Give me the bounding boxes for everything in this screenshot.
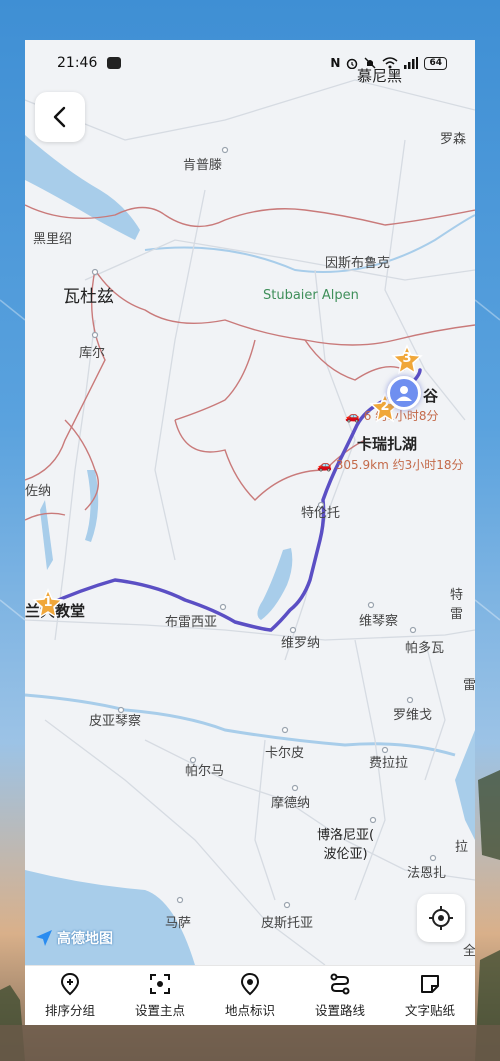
- place-label[interactable]: 博洛尼亚( 波伦亚): [317, 824, 374, 862]
- place-label[interactable]: 佐纳: [25, 480, 51, 499]
- set-main-point-button[interactable]: 设置主点: [120, 972, 200, 1019]
- place-label[interactable]: 瓦杜兹: [63, 282, 114, 307]
- marker-number: 3: [402, 351, 412, 366]
- locate-button[interactable]: [417, 894, 465, 942]
- route-marker-3[interactable]: 3: [391, 344, 423, 376]
- battery-icon: 64: [424, 56, 447, 70]
- route-marker-1[interactable]: 1: [32, 588, 64, 620]
- place-label[interactable]: 特雷: [450, 584, 475, 622]
- crosshair-icon: [429, 906, 453, 930]
- message-icon: [107, 57, 122, 69]
- place-label[interactable]: 布雷西亚: [165, 611, 217, 630]
- mute-icon: [364, 57, 376, 69]
- place-label[interactable]: 特伦托: [301, 502, 340, 521]
- place-label[interactable]: 罗维戈: [393, 704, 432, 723]
- place-label[interactable]: 全: [463, 940, 475, 959]
- place-label[interactable]: 肯普滕: [183, 154, 222, 173]
- tool-label: 设置路线: [314, 1003, 365, 1018]
- segment-distance: 🚗 305.9km 约3小时18分: [317, 458, 464, 472]
- place-label[interactable]: 摩德纳: [271, 792, 310, 811]
- place-label[interactable]: 因斯布鲁克: [325, 252, 390, 271]
- focus-point-icon: [150, 974, 170, 994]
- place-label[interactable]: 马萨: [165, 912, 191, 931]
- place-label[interactable]: 费拉拉: [369, 752, 408, 771]
- place-label[interactable]: 帕多瓦: [405, 637, 444, 656]
- marker-number: 1: [43, 595, 53, 610]
- place-label[interactable]: 皮亚琴察: [89, 710, 141, 729]
- add-location-icon: [60, 972, 80, 996]
- alarm-icon: [347, 58, 358, 69]
- set-route-button[interactable]: 设置路线: [300, 972, 380, 1019]
- place-label[interactable]: 谷: [423, 385, 438, 406]
- place-label[interactable]: 罗森: [440, 128, 466, 147]
- place-label[interactable]: 卡尔皮: [265, 742, 304, 761]
- status-bar: 21:46 N 64: [25, 40, 475, 86]
- text-sticker-button[interactable]: 文字贴纸: [390, 972, 470, 1019]
- tool-label: 排序分组: [44, 1003, 95, 1018]
- wifi-icon: [382, 57, 398, 69]
- segment-distance-value: 305.9km: [335, 458, 389, 472]
- place-label[interactable]: 库尔: [79, 342, 105, 361]
- place-label[interactable]: 雷: [463, 674, 475, 693]
- place-label[interactable]: 皮斯托亚: [261, 912, 313, 931]
- signal-icon: [404, 57, 419, 69]
- amap-logo-icon: [36, 930, 52, 946]
- location-pin-icon: [240, 972, 260, 996]
- route-icon: [330, 973, 350, 995]
- chevron-left-icon: [53, 106, 66, 128]
- status-time: 21:46: [57, 55, 98, 71]
- place-label[interactable]: 维罗纳: [281, 632, 320, 651]
- tool-label: 文字贴纸: [404, 1003, 455, 1018]
- bottom-toolbar: 排序分组 设置主点 地点标识 设置路线 文字贴纸: [25, 965, 475, 1025]
- place-marker-button[interactable]: 地点标识: [210, 972, 290, 1019]
- logo-text: 高德地图: [57, 931, 113, 947]
- place-label[interactable]: 法恩扎: [407, 862, 446, 881]
- current-location-marker[interactable]: [387, 376, 421, 410]
- tool-label: 地点标识: [224, 1003, 275, 1018]
- place-label[interactable]: 帕尔马: [185, 760, 224, 779]
- place-label[interactable]: 维琴察: [359, 610, 398, 629]
- map-labels: 慕尼黑 罗森 肯普滕 黑里绍 瓦杜兹 因斯布鲁克 Stubaier Alpen …: [25, 40, 475, 965]
- tool-label: 设置主点: [134, 1003, 185, 1018]
- back-button[interactable]: [35, 92, 85, 142]
- place-label[interactable]: 拉: [455, 836, 468, 855]
- nfc-icon: N: [330, 56, 341, 70]
- route-point-label[interactable]: 卡瑞扎湖: [357, 433, 417, 454]
- segment-duration-value: 约3小时18分: [392, 458, 464, 472]
- sticker-icon: [421, 975, 439, 993]
- user-avatar-icon: [396, 386, 412, 401]
- amap-logo: 高德地图: [35, 928, 113, 948]
- phone-screen: 慕尼黑 罗森 肯普滕 黑里绍 瓦杜兹 因斯布鲁克 Stubaier Alpen …: [25, 40, 475, 1025]
- place-label[interactable]: 黑里绍: [33, 228, 72, 247]
- place-label[interactable]: Stubaier Alpen: [263, 288, 359, 303]
- sort-group-button[interactable]: 排序分组: [30, 972, 110, 1019]
